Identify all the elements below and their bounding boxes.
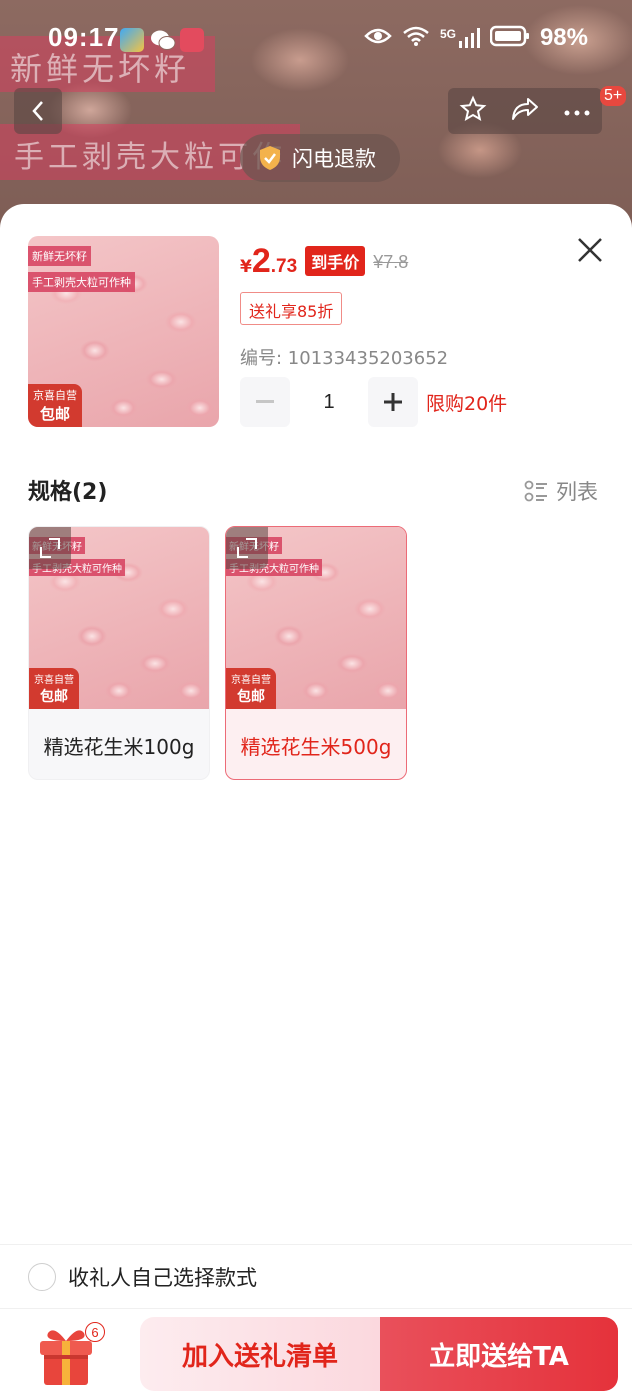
- final-price-tag: 到手价: [305, 246, 366, 276]
- quantity-value[interactable]: 1: [290, 391, 368, 414]
- jd-self-operated-badge: 京喜自营 包邮: [28, 384, 82, 427]
- eye-icon: [364, 26, 392, 51]
- nav-actions: [448, 88, 602, 134]
- badge-line: 包邮: [40, 688, 68, 704]
- star-icon: [459, 95, 487, 122]
- gift-count-badge: 6: [85, 1322, 105, 1342]
- spec-option-card-selected[interactable]: 新鲜无坏籽 手工剥壳大粒可作种 京喜自营 包邮 精选花生米500g: [225, 526, 407, 780]
- send-gift-now-button[interactable]: 立即送给TA: [380, 1317, 618, 1391]
- zoom-image-button[interactable]: [29, 527, 71, 569]
- badge-line: 京喜自营: [33, 390, 77, 402]
- list-view-toggle[interactable]: 列表: [524, 476, 598, 506]
- status-right: 5G 98%: [364, 24, 588, 52]
- plus-icon: [384, 393, 402, 411]
- increase-quantity-button[interactable]: [368, 377, 418, 427]
- divider: [0, 1244, 632, 1245]
- battery-icon: [489, 25, 530, 52]
- spec-option-label: 精选花生米500g: [240, 734, 392, 759]
- shopping-app-icon: [180, 28, 204, 52]
- chevron-left-icon: [32, 101, 43, 121]
- spec-section-title: 规格(2): [28, 480, 108, 505]
- battery-percent: 98%: [539, 24, 588, 51]
- refund-chip-label: 闪电退款: [292, 147, 376, 171]
- shield-check-icon: [260, 146, 280, 170]
- recipient-choose-option[interactable]: 收礼人自己选择款式: [28, 1262, 257, 1292]
- image-tag: 手工剥壳大粒可作种: [28, 272, 135, 292]
- more-button[interactable]: [563, 102, 591, 121]
- notification-badge: 5+: [600, 86, 627, 106]
- share-icon: [511, 98, 538, 120]
- zoom-image-button[interactable]: [226, 527, 268, 569]
- favorite-button[interactable]: [459, 95, 487, 127]
- list-icon: [524, 480, 547, 502]
- wechat-icon: [150, 28, 176, 52]
- gift-discount-tag: 送礼享85折: [240, 292, 343, 325]
- badge-line: 包邮: [237, 688, 265, 704]
- price-row: ¥ 2 .73 到手价 ¥7.8: [240, 242, 408, 281]
- wifi-icon: [402, 25, 430, 52]
- refund-chip: 闪电退款: [240, 134, 400, 182]
- image-tag: 新鲜无坏籽: [28, 246, 91, 266]
- badge-line: 京喜自营: [231, 675, 271, 686]
- decrease-quantity-button[interactable]: [240, 377, 290, 427]
- price-integer: 2: [251, 242, 271, 280]
- jd-self-operated-badge: 京喜自营 包邮: [226, 668, 276, 709]
- quantity-stepper: 1 限购20件: [240, 377, 507, 427]
- app-notification-icon: [120, 28, 144, 52]
- spec-option-label: 精选花生米100g: [43, 734, 195, 759]
- list-toggle-label: 列表: [556, 480, 598, 504]
- bottom-action-bar: 6 加入送礼清单 立即送给TA: [0, 1308, 632, 1400]
- badge-line: 京喜自营: [34, 675, 74, 686]
- close-button[interactable]: [574, 234, 606, 266]
- close-icon: [578, 238, 602, 262]
- price-decimal: .73: [270, 256, 298, 277]
- jd-self-operated-badge: 京喜自营 包邮: [29, 668, 79, 709]
- network-type: 5G: [439, 27, 456, 41]
- sku-code: 编号: 10133435203652: [240, 348, 449, 369]
- expand-icon: [237, 538, 257, 558]
- add-to-gift-list-button[interactable]: 加入送礼清单: [140, 1317, 380, 1391]
- badge-line: 包邮: [39, 406, 70, 423]
- purchase-limit-text: 限购20件: [426, 392, 508, 415]
- spec-option-card[interactable]: 新鲜无坏籽 手工剥壳大粒可作种 京喜自营 包邮 精选花生米100g: [28, 526, 210, 780]
- minus-icon: [256, 400, 274, 403]
- spec-option-image: 新鲜无坏籽 手工剥壳大粒可作种 京喜自营 包邮: [226, 527, 406, 709]
- spec-option-image: 新鲜无坏籽 手工剥壳大粒可作种 京喜自营 包邮: [29, 527, 209, 709]
- recipient-option-label: 收礼人自己选择款式: [68, 1266, 257, 1290]
- status-time: 09:17: [48, 22, 120, 52]
- product-thumbnail[interactable]: 新鲜无坏籽 手工剥壳大粒可作种 京喜自营 包邮: [28, 236, 219, 427]
- share-button[interactable]: [510, 95, 540, 127]
- price-currency: ¥: [240, 257, 252, 277]
- status-bar: 09:17 5G 98%: [0, 0, 632, 80]
- original-price: ¥7.8: [373, 252, 409, 272]
- radio-button[interactable]: [28, 1263, 56, 1291]
- expand-icon: [40, 538, 60, 558]
- back-button[interactable]: [14, 88, 62, 134]
- signal-icon: 5G: [440, 27, 480, 49]
- more-icon: [564, 110, 590, 115]
- sku-selection-sheet: 新鲜无坏籽 手工剥壳大粒可作种 京喜自营 包邮 ¥ 2 .73 到手价 ¥7.8…: [0, 204, 632, 1400]
